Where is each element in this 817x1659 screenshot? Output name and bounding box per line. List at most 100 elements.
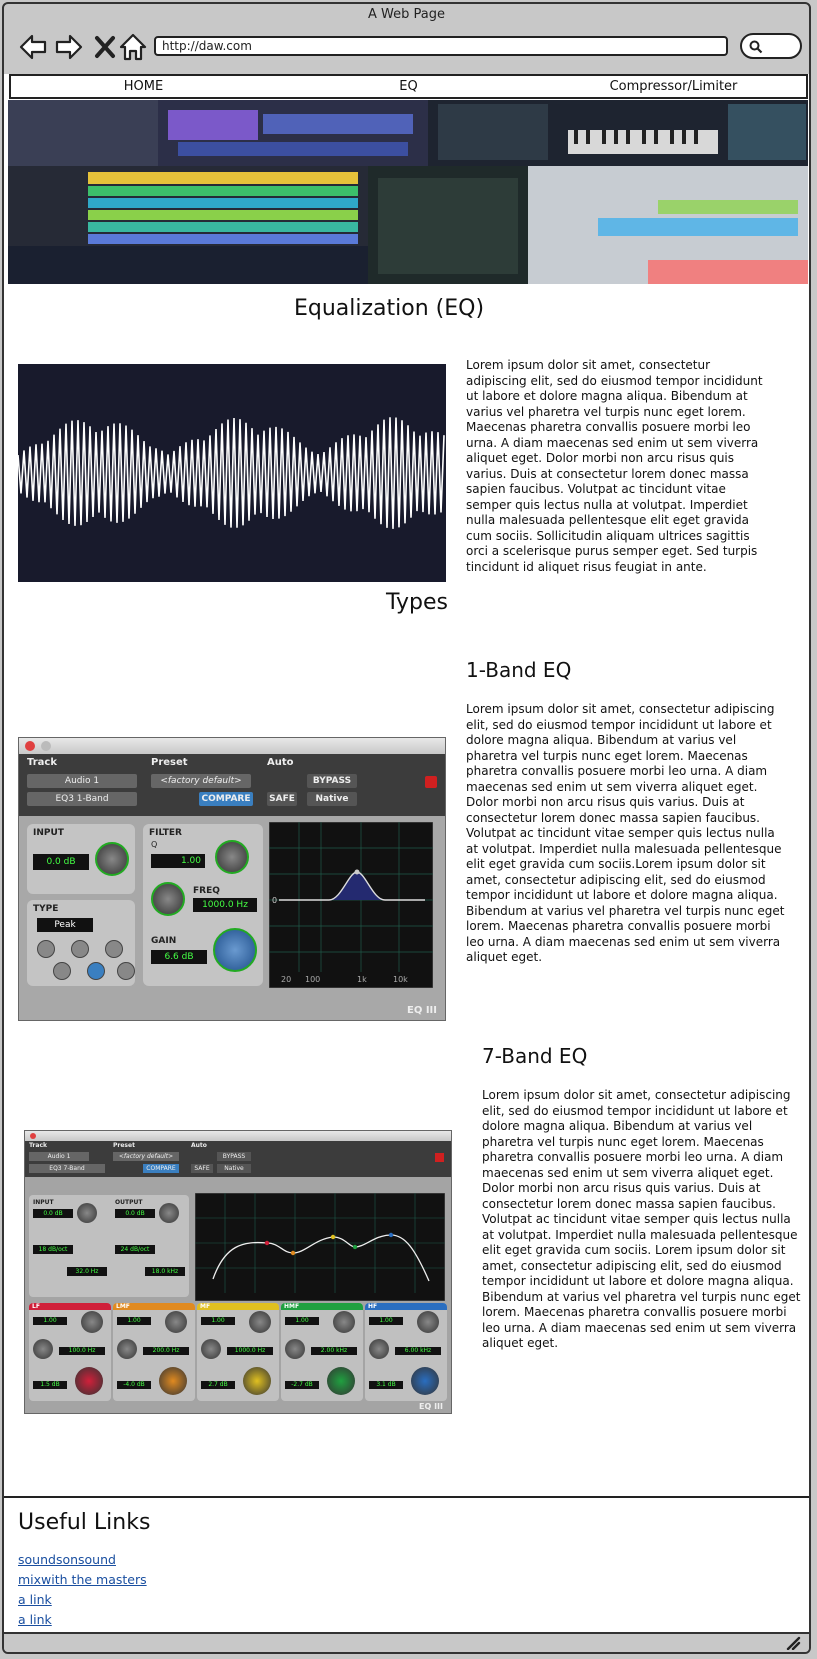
freq-value: 1000.0 Hz bbox=[193, 898, 257, 912]
link-mixwith-the-masters[interactable]: mixwith the masters bbox=[18, 1572, 147, 1587]
band1-paragraph: Lorem ipsum dolor sit amet, consectetur … bbox=[466, 702, 785, 964]
graph-axis-label: 10k bbox=[393, 975, 408, 984]
lpf-slope-value: 24 dB/oct bbox=[115, 1245, 155, 1254]
band-freq-value: 2.00 kHz bbox=[311, 1347, 357, 1355]
band-strip: LF 1.00 100.0 Hz 1.5 dB LMF 1.00 200.0 Hz -4.0 … bbox=[29, 1303, 449, 1403]
eq-logo: EQ III bbox=[419, 1402, 443, 1411]
status-bar bbox=[4, 1632, 809, 1652]
link-generic[interactable]: a link bbox=[18, 1612, 52, 1627]
output-label: OUTPUT bbox=[115, 1199, 143, 1206]
band-freq-value: 1000.0 Hz bbox=[227, 1347, 273, 1355]
nav-home[interactable]: HOME bbox=[11, 76, 276, 97]
q-knob-icon bbox=[249, 1311, 271, 1333]
band7-paragraph: Lorem ipsum dolor sit amet, consectetur … bbox=[482, 1088, 801, 1350]
close-dot-icon bbox=[25, 741, 35, 751]
band-q-value: 1.00 bbox=[117, 1317, 151, 1325]
graph-zero-label: 0 bbox=[272, 896, 277, 905]
output-value: 0.0 dB bbox=[115, 1209, 155, 1218]
record-icon bbox=[425, 776, 437, 788]
search-icon bbox=[749, 40, 763, 54]
filter-shape-icon bbox=[71, 940, 89, 958]
gain-knob-icon bbox=[411, 1367, 439, 1395]
graph-axis-label: 1k bbox=[357, 975, 367, 984]
record-icon bbox=[435, 1153, 444, 1162]
input-value: 0.0 dB bbox=[33, 1209, 73, 1218]
browser-window: A Web Page http://daw.com HOME EQ Compre… bbox=[2, 2, 811, 1654]
q-knob-icon bbox=[333, 1311, 355, 1333]
eq-logo: EQ III bbox=[407, 1005, 437, 1016]
band-gain-value: 3.1 dB bbox=[369, 1381, 403, 1389]
filter-label: FILTER bbox=[149, 828, 182, 838]
freq-knob-icon bbox=[369, 1339, 389, 1359]
home-icon[interactable] bbox=[118, 32, 148, 62]
gain-value: 6.6 dB bbox=[151, 950, 207, 964]
gain-knob-icon bbox=[213, 928, 257, 972]
band-q-value: 1.00 bbox=[369, 1317, 403, 1325]
input-label: INPUT bbox=[33, 828, 64, 838]
track-select: Audio 1 bbox=[29, 1152, 89, 1161]
url-input[interactable]: http://daw.com bbox=[154, 36, 728, 56]
band-q-value: 1.00 bbox=[285, 1317, 319, 1325]
gain-knob-icon bbox=[75, 1367, 103, 1395]
preset-select: <factory default> bbox=[113, 1152, 179, 1161]
freq-knob-icon bbox=[201, 1339, 221, 1359]
band-lmf: LMF 1.00 200.0 Hz -4.0 dB bbox=[113, 1303, 195, 1401]
eq1-response-graph: 0 20 100 1k 10k bbox=[269, 822, 433, 988]
hpf-slope-value: 18 dB/oct bbox=[33, 1245, 73, 1254]
band-gain-value: 2.7 dB bbox=[201, 1381, 235, 1389]
safe-button: SAFE bbox=[191, 1164, 213, 1173]
nav-eq[interactable]: EQ bbox=[276, 76, 541, 97]
band-label: LF bbox=[29, 1303, 111, 1310]
nav-compressor[interactable]: Compressor/Limiter bbox=[541, 76, 806, 97]
hero-daw-collage-image bbox=[8, 100, 808, 284]
track-select: Audio 1 bbox=[27, 774, 137, 788]
io-filter-section: INPUT 0.0 dB OUTPUT 0.0 dB 18 dB/oct 32.… bbox=[29, 1195, 189, 1297]
band-hf: HF 1.00 6.00 kHz 3.1 dB bbox=[365, 1303, 447, 1401]
resize-grip-icon[interactable] bbox=[785, 1636, 801, 1650]
minimize-dot-icon bbox=[41, 741, 51, 751]
band1-heading: 1-Band EQ bbox=[466, 658, 572, 682]
useful-links-heading: Useful Links bbox=[18, 1510, 151, 1535]
forward-arrow-icon[interactable] bbox=[54, 32, 84, 62]
plugin-header: Track Preset Auto Audio 1 EQ3 1-Band <fa… bbox=[19, 754, 445, 816]
eq7-response-graph bbox=[195, 1193, 445, 1301]
waveform-image bbox=[18, 364, 446, 582]
lpf-freq-value: 18.0 kHz bbox=[145, 1267, 185, 1276]
plugin-select: EQ3 1-Band bbox=[27, 792, 137, 806]
input-section: INPUT 0.0 dB bbox=[27, 824, 135, 894]
band-mf: MF 1.00 1000.0 Hz 2.7 dB bbox=[197, 1303, 279, 1401]
hpf-freq-value: 32.0 Hz bbox=[67, 1267, 107, 1276]
band-hmf: HMF 1.00 2.00 kHz -2.7 dB bbox=[281, 1303, 363, 1401]
bypass-button: BYPASS bbox=[307, 774, 357, 788]
band-freq-value: 100.0 Hz bbox=[59, 1347, 105, 1355]
close-x-icon[interactable] bbox=[91, 32, 121, 62]
freq-knob-icon bbox=[151, 882, 185, 916]
filter-q-label: Q bbox=[151, 840, 158, 849]
plugin-select: EQ3 7-Band bbox=[29, 1164, 105, 1173]
q-knob-icon bbox=[81, 1311, 103, 1333]
plugin-header: Track Preset Auto Audio 1 EQ3 7-Band <fa… bbox=[25, 1141, 451, 1177]
link-generic[interactable]: a link bbox=[18, 1592, 52, 1607]
compare-button: COMPARE bbox=[143, 1164, 179, 1173]
safe-button: SAFE bbox=[267, 792, 297, 806]
page-title: Equalization (EQ) bbox=[293, 296, 485, 321]
link-soundsonsound[interactable]: soundsonsound bbox=[18, 1552, 116, 1567]
top-nav: HOME EQ Compressor/Limiter bbox=[9, 74, 808, 99]
band-q-value: 1.00 bbox=[201, 1317, 235, 1325]
band7-heading: 7-Band EQ bbox=[482, 1044, 588, 1068]
type-label: TYPE bbox=[33, 904, 59, 914]
band-gain-value: -2.7 dB bbox=[285, 1381, 319, 1389]
q-knob-icon bbox=[215, 840, 249, 874]
type-value: Peak bbox=[37, 918, 93, 932]
search-input[interactable] bbox=[740, 33, 802, 59]
filter-shape-selected-icon bbox=[87, 962, 105, 980]
filter-q-value: 1.00 bbox=[151, 854, 205, 868]
compare-button: COMPARE bbox=[199, 792, 253, 806]
freq-label: FREQ bbox=[193, 886, 220, 896]
filter-shape-icon bbox=[53, 962, 71, 980]
auto-label: Auto bbox=[191, 1142, 207, 1149]
input-knob-icon bbox=[77, 1203, 97, 1223]
input-knob-icon bbox=[95, 842, 129, 876]
back-arrow-icon[interactable] bbox=[18, 32, 48, 62]
graph-axis-label: 100 bbox=[305, 975, 320, 984]
